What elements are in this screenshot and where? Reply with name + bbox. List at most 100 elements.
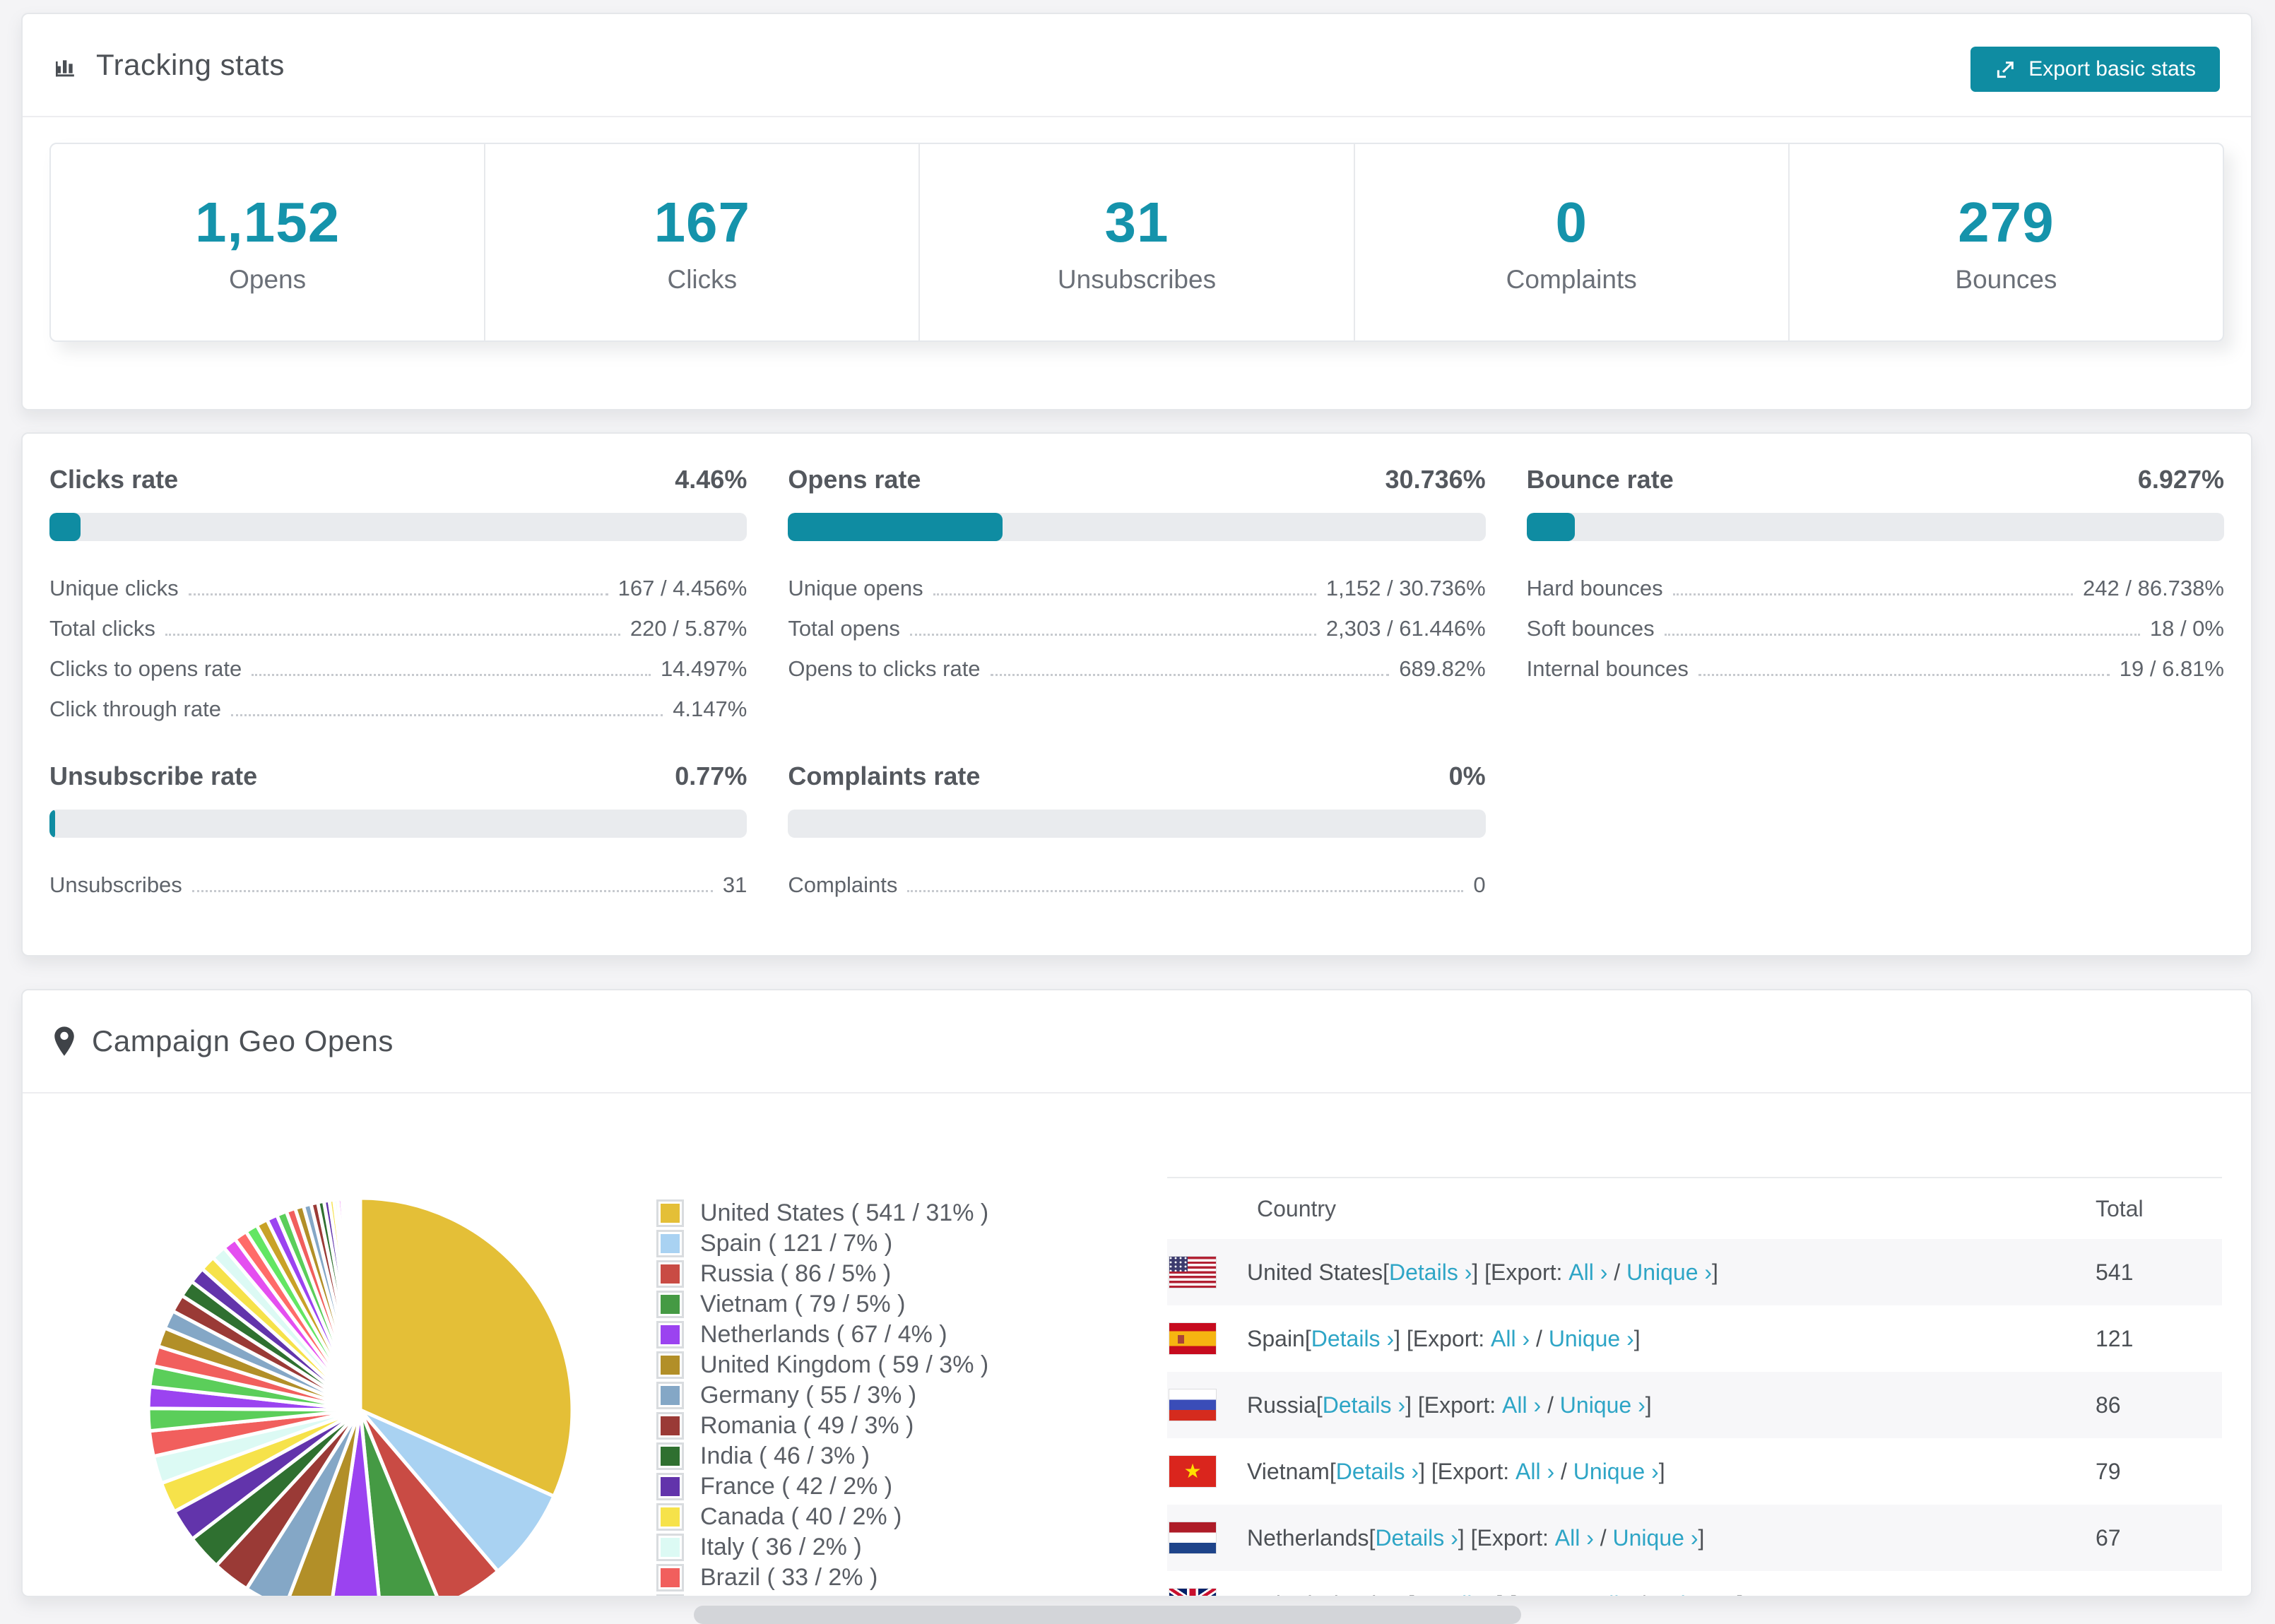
legend-swatch [656,1260,684,1288]
country-name: Netherlands [1247,1524,1369,1551]
bracket: ] [Export: [1497,1592,1594,1596]
rate-title: Opens rate [788,465,921,494]
table-row-line: United States [Details ›] [Export: All ›… [1169,1257,1718,1288]
export-unique-link[interactable]: Unique › [1613,1525,1698,1551]
rate-rows: Unique clicks 167 / 4.456% Total clicks 220… [49,565,747,726]
progress-bar-track [49,513,748,541]
page-title: Tracking stats [96,48,285,81]
details-link[interactable]: Details › [1336,1459,1419,1485]
legend-item-france[interactable]: France ( 42 / 2% ) [656,1471,988,1502]
legend-item-spain[interactable]: Spain ( 121 / 7% ) [656,1228,988,1259]
legend-label: South Africa ( 29 / 2% ) [700,1594,947,1596]
table-row-es: Spain [Details ›] [Export: All › / Uniqu… [1167,1305,2222,1372]
bracket: [ [1383,1259,1389,1285]
legend-item-south-africa[interactable]: South Africa ( 29 / 2% ) [656,1593,988,1596]
legend-item-romania[interactable]: Romania ( 49 / 3% ) [656,1411,988,1441]
legend-swatch [656,1442,684,1470]
stat-value: 1,152 [195,191,341,254]
legend-label: France ( 42 / 2% ) [700,1473,893,1500]
export-button-label: Export basic stats [2028,57,2196,81]
progress-bar-fill [788,513,1003,541]
geo-header: Campaign Geo Opens [23,990,2251,1093]
stat-card-opens: 1,152 Opens [51,144,486,340]
rate-row-value: 18 / 0% [2149,616,2224,641]
country-name: Vietnam [1247,1458,1330,1484]
table-row-line: Spain [Details ›] [Export: All › / Uniqu… [1169,1323,1641,1354]
rate-row-label: Opens to clicks rate [788,656,981,681]
rate-block-complaints-rate: Complaints rate 0% Complaints 0 [788,761,1486,902]
rate-title-row: Opens rate 30.736% [788,465,1485,494]
rate-row-value: 1,152 / 30.736% [1325,576,1486,600]
legend-item-netherlands[interactable]: Netherlands ( 67 / 4% ) [656,1320,988,1350]
legend-item-russia[interactable]: Russia ( 86 / 5% ) [656,1259,988,1289]
flag-icon-gb [1169,1589,1216,1596]
legend-item-italy[interactable]: Italy ( 36 / 2% ) [656,1532,988,1563]
bracket: [ [1304,1325,1311,1351]
progress-bar-track [788,513,1486,541]
country-name: United States [1247,1259,1383,1285]
rate-row: Soft bounces 18 / 0% [1527,605,2224,646]
slash: / [1593,1524,1613,1551]
details-link[interactable]: Details › [1323,1392,1405,1418]
progress-bar-track [788,810,1486,838]
legend-item-united-kingdom[interactable]: United Kingdom ( 59 / 3% ) [656,1350,988,1380]
rate-row-label: Complaints [788,872,898,897]
rate-row-value: 2,303 / 61.446% [1325,616,1486,641]
flag-icon-es [1169,1323,1216,1354]
country-name: Spain [1247,1325,1305,1351]
details-link[interactable]: Details › [1389,1260,1472,1286]
rates-card: Clicks rate 4.46% Unique clicks 167 / 4.456… [21,432,2252,956]
dotted-leader [1664,634,2140,636]
flag-icon-nl [1169,1522,1216,1553]
rates-grid: Clicks rate 4.46% Unique clicks 167 / 4.456… [23,434,2251,902]
tracking-stats-card: Tracking stats Export basic stats 1,152 O… [21,13,2252,410]
legend-item-canada[interactable]: Canada ( 40 / 2% ) [656,1502,988,1532]
geo-title: Campaign Geo Opens [92,1024,394,1057]
export-unique-link[interactable]: Unique › [1549,1326,1634,1352]
details-link[interactable]: Details › [1414,1592,1497,1596]
table-row-vn: Vietnam [Details ›] [Export: All › / Uni… [1167,1438,2222,1505]
rate-title: Bounce rate [1526,465,1674,494]
rate-title: Complaints rate [788,761,981,790]
dotted-leader [907,890,1464,892]
stat-card-complaints: 0 Complaints [1355,144,1790,340]
bracket: ] [1633,1325,1641,1351]
legend-item-vietnam[interactable]: Vietnam ( 79 / 5% ) [656,1289,988,1320]
stats-row: 1,152 Opens 167 Clicks 31 Unsubscribes 0 Compla… [49,143,2224,342]
legend-item-brazil[interactable]: Brazil ( 33 / 2% ) [656,1563,988,1593]
export-all-link[interactable]: All › [1491,1326,1530,1352]
legend-item-india[interactable]: India ( 46 / 3% ) [656,1441,988,1471]
legend-label: Brazil ( 33 / 2% ) [700,1564,878,1591]
export-all-link[interactable]: All › [1515,1459,1554,1485]
stat-label: Complaints [1506,265,1637,294]
rate-row-value: 4.147% [673,697,748,721]
export-unique-link[interactable]: Unique › [1573,1459,1659,1485]
export-all-link[interactable]: All › [1594,1592,1633,1596]
legend-swatch [656,1473,684,1500]
legend-item-united-states[interactable]: United States ( 541 / 31% ) [656,1198,988,1228]
campaign-geo-opens-card: Campaign Geo Opens United States ( 541 /… [21,989,2252,1597]
legend-item-germany[interactable]: Germany ( 55 / 3% ) [656,1380,988,1411]
export-unique-link[interactable]: Unique › [1626,1260,1712,1286]
progress-bar-fill [49,810,55,838]
export-all-link[interactable]: All › [1555,1525,1594,1551]
details-link[interactable]: Details › [1311,1326,1394,1352]
rate-row-value: 167 / 4.456% [618,576,748,600]
export-all-link[interactable]: All › [1502,1392,1541,1418]
rate-title-row: Bounce rate 6.927% [1527,465,2224,494]
country-column-header: Country [1257,1195,1337,1221]
rate-title: Unsubscribe rate [49,761,258,790]
export-unique-link[interactable]: Unique › [1652,1592,1737,1596]
rate-row: Click through rate 4.147% [49,686,747,726]
details-link[interactable]: Details › [1375,1525,1458,1551]
stat-label: Bounces [1955,265,2057,294]
legend-swatch [656,1351,684,1379]
export-unique-link[interactable]: Unique › [1560,1392,1645,1418]
progress-bar-fill [1526,513,1576,541]
stat-value: 0 [1555,191,1588,254]
export-basic-stats-button[interactable]: Export basic stats [1970,47,2220,92]
rate-row-value: 220 / 5.87% [630,616,748,641]
rate-rows: Hard bounces 242 / 86.738% Soft bounces 18 … [1527,565,2224,686]
export-all-link[interactable]: All › [1568,1260,1607,1286]
horizontal-scrollbar-thumb[interactable] [694,1606,1521,1624]
